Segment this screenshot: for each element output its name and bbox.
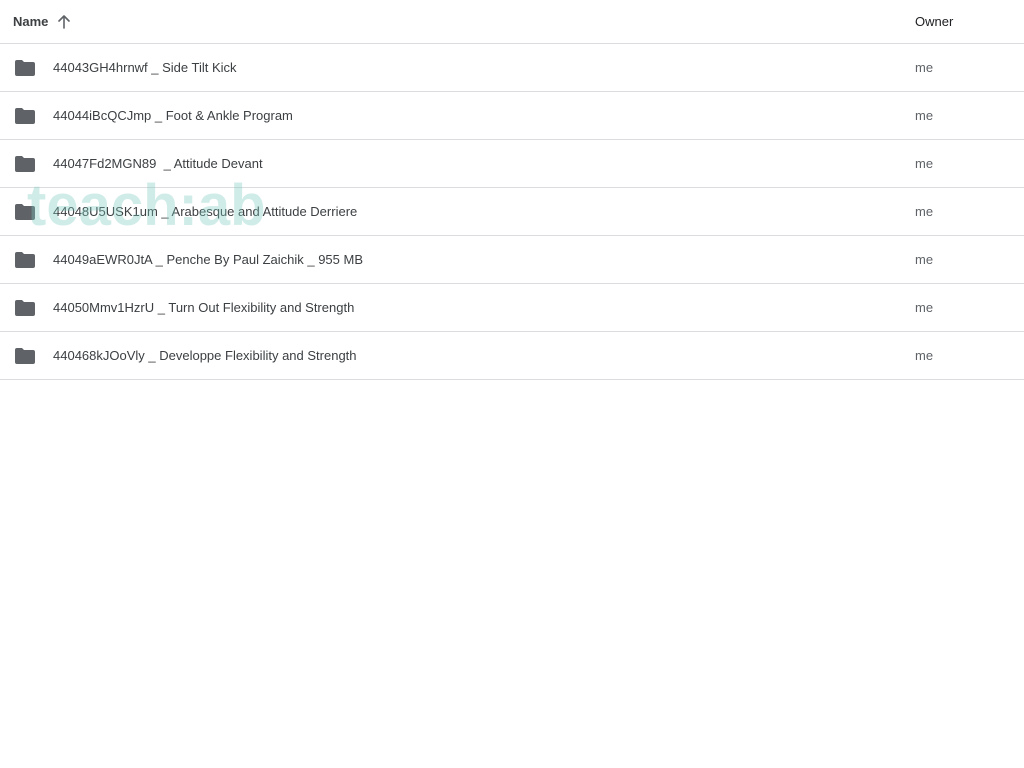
name-cell[interactable]: 44043GH4hrnwf _ Side Tilt Kick	[0, 59, 915, 76]
file-list: Name Owner 44043GH4hrnwf _ Side Tilt Kic…	[0, 0, 1024, 380]
folder-name[interactable]: 44048U5USK1um _ Arabesque and Attitude D…	[53, 204, 357, 219]
owner-cell: me	[915, 252, 934, 267]
folder-name[interactable]: 44050Mmv1HzrU _ Turn Out Flexibility and…	[53, 300, 354, 315]
name-cell[interactable]: 44049aEWR0JtA _ Penche By Paul Zaichik _…	[0, 251, 915, 268]
table-row[interactable]: 44044iBcQCJmp _ Foot & Ankle Program me	[0, 92, 1024, 140]
name-cell[interactable]: 44050Mmv1HzrU _ Turn Out Flexibility and…	[0, 299, 915, 316]
name-cell[interactable]: 44044iBcQCJmp _ Foot & Ankle Program	[0, 107, 915, 124]
owner-cell: me	[915, 204, 934, 219]
owner-column-header[interactable]: Owner	[915, 14, 1024, 29]
name-cell[interactable]: 440468kJOoVly _ Developpe Flexibility an…	[0, 347, 915, 364]
list-header: Name Owner	[0, 0, 1024, 44]
owner-cell: me	[915, 60, 934, 75]
owner-cell: me	[915, 108, 934, 123]
folder-icon	[15, 155, 35, 172]
folder-name[interactable]: 44047Fd2MGN89 _ Attitude Devant	[53, 156, 263, 171]
folder-icon	[15, 107, 35, 124]
owner-cell: me	[915, 348, 934, 363]
folder-icon	[15, 203, 35, 220]
folder-name[interactable]: 44044iBcQCJmp _ Foot & Ankle Program	[53, 108, 293, 123]
folder-icon	[15, 251, 35, 268]
table-row[interactable]: 44048U5USK1um _ Arabesque and Attitude D…	[0, 188, 1024, 236]
name-cell[interactable]: 44047Fd2MGN89 _ Attitude Devant	[0, 155, 915, 172]
table-row[interactable]: 44047Fd2MGN89 _ Attitude Devant me	[0, 140, 1024, 188]
arrow-up-icon[interactable]	[57, 14, 71, 29]
folder-icon	[15, 299, 35, 316]
name-column-label[interactable]: Name	[13, 14, 48, 29]
table-row[interactable]: 44050Mmv1HzrU _ Turn Out Flexibility and…	[0, 284, 1024, 332]
folder-icon	[15, 347, 35, 364]
table-row[interactable]: 44043GH4hrnwf _ Side Tilt Kick me	[0, 44, 1024, 92]
name-column-header[interactable]: Name	[0, 14, 915, 29]
folder-name[interactable]: 440468kJOoVly _ Developpe Flexibility an…	[53, 348, 357, 363]
folder-icon	[15, 59, 35, 76]
folder-name[interactable]: 44043GH4hrnwf _ Side Tilt Kick	[53, 60, 237, 75]
folder-name[interactable]: 44049aEWR0JtA _ Penche By Paul Zaichik _…	[53, 252, 363, 267]
table-row[interactable]: 440468kJOoVly _ Developpe Flexibility an…	[0, 332, 1024, 380]
table-row[interactable]: 44049aEWR0JtA _ Penche By Paul Zaichik _…	[0, 236, 1024, 284]
name-cell[interactable]: 44048U5USK1um _ Arabesque and Attitude D…	[0, 203, 915, 220]
owner-cell: me	[915, 300, 934, 315]
owner-cell: me	[915, 156, 934, 171]
